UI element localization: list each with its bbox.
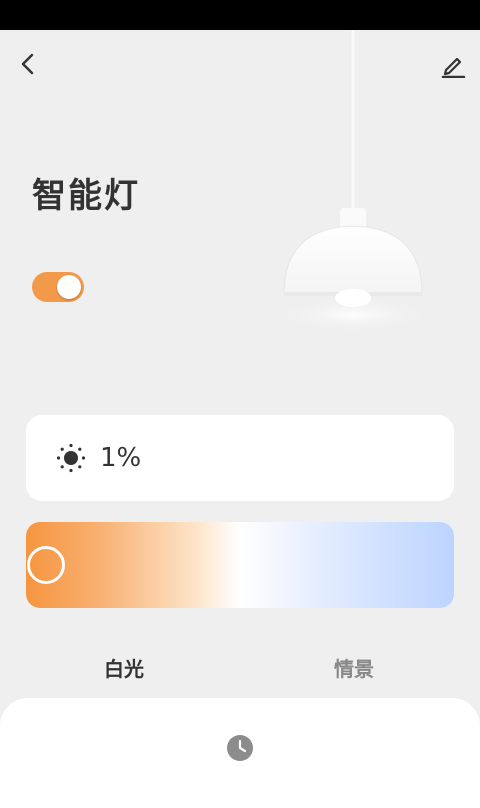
color-temperature-slider[interactable] — [26, 522, 454, 608]
clock-icon[interactable] — [226, 734, 254, 762]
bottom-sheet — [0, 698, 480, 808]
edit-button[interactable] — [436, 48, 470, 82]
smart-light-screen: 智能灯 1% 白光 情景 — [0, 30, 480, 808]
status-bar — [0, 0, 480, 30]
back-button[interactable] — [12, 48, 44, 80]
brightness-card[interactable]: 1% — [26, 415, 454, 501]
tab-scene[interactable]: 情景 — [334, 653, 374, 682]
toggle-knob — [57, 275, 81, 299]
color-temperature-thumb[interactable] — [27, 546, 65, 584]
device-title: 智能灯 — [32, 176, 140, 216]
power-toggle[interactable] — [32, 272, 84, 302]
back-icon — [21, 53, 34, 75]
brightness-value: 1% — [100, 443, 142, 473]
edit-icon — [441, 57, 466, 78]
pendant-lamp-illustration — [273, 30, 433, 330]
tab-white-light[interactable]: 白光 — [104, 653, 144, 682]
sun-icon — [56, 443, 86, 473]
